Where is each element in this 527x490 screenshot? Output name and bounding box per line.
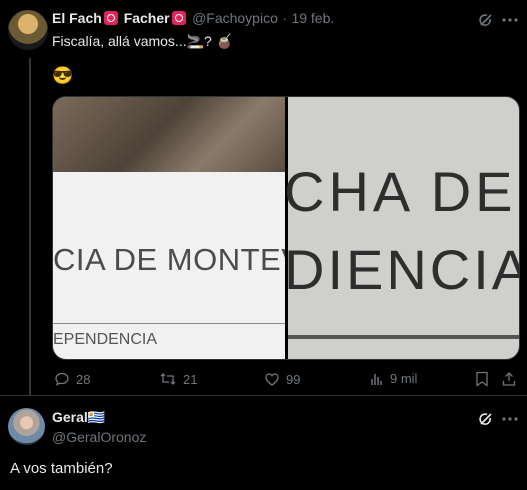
reply-count: 28 (76, 371, 91, 387)
image-rule (288, 335, 519, 339)
uruguay-flag-icon: 🇺🇾 (87, 409, 106, 425)
handle[interactable]: @Fachoypico (192, 10, 278, 26)
thread-line (29, 58, 31, 395)
repost-icon (160, 373, 176, 385)
repost-count: 21 (183, 371, 198, 387)
image-text-main: CIA DE MONTEVI (53, 242, 312, 277)
display-name[interactable]: Geral🇺🇾 (52, 409, 105, 425)
tweet-header: Geral🇺🇾 (52, 409, 105, 427)
red-badge-icon (103, 11, 118, 25)
paper-background (53, 97, 285, 172)
heart-icon (265, 373, 279, 386)
separator-dot: · (282, 10, 287, 26)
image-text-bottom: DIENCIA (284, 238, 520, 301)
views-icon (371, 373, 382, 385)
media-left-panel[interactable]: CIA DE MONTEVI EPENDENCIA (53, 97, 311, 359)
red-badge-icon (171, 11, 186, 25)
grok-icon[interactable] (476, 409, 496, 429)
tweet-text: Fiscalía, allá vamos...🚬? 🧉 (52, 33, 234, 49)
like-count: 99 (286, 371, 301, 387)
image-line (53, 323, 285, 324)
share-icon[interactable] (500, 370, 518, 388)
views-count: 9 mil (390, 371, 418, 386)
tweet-media[interactable]: CIA DE MONTEVI EPENDENCIA CHA DE DIENCIA (52, 96, 520, 360)
avatar[interactable] (8, 10, 48, 50)
media-right-panel[interactable]: CHA DE DIENCIA (284, 97, 519, 359)
handle[interactable]: @GeralOronoz (52, 429, 146, 445)
like-button[interactable]: 99 (264, 371, 300, 387)
timestamp[interactable]: 19 feb. (291, 10, 334, 26)
more-icon[interactable] (500, 409, 520, 429)
image-text-top: CHA DE (284, 160, 517, 223)
image-text-sub: EPENDENCIA (53, 331, 158, 348)
grok-icon[interactable] (476, 10, 496, 30)
avatar[interactable] (8, 408, 45, 445)
display-name[interactable]: El Fach Facher (52, 10, 188, 26)
repost-button[interactable]: 21 (159, 371, 197, 387)
tweet-emoji: 😎 (52, 66, 74, 85)
tweet-divider (0, 395, 527, 396)
more-icon[interactable] (500, 10, 520, 30)
reply-icon (55, 372, 69, 386)
bookmark-icon[interactable] (473, 370, 491, 388)
reply-button[interactable]: 28 (54, 371, 90, 387)
views-button[interactable]: 9 mil (370, 371, 417, 386)
tweet-text: A vos también? (10, 460, 113, 477)
tweet-header: El Fach Facher @Fachoypico · 19 feb. (52, 10, 334, 28)
